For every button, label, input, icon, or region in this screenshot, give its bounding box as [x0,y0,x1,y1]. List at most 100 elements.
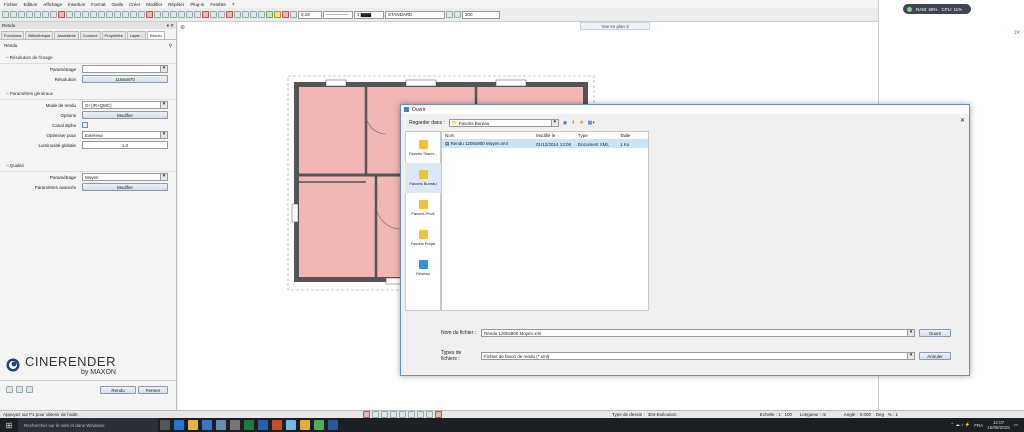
zoom-icon[interactable] [106,11,113,18]
hatch-icon[interactable] [162,11,169,18]
group-qualite-header[interactable]: – Qualité [0,160,176,172]
status-tool-6-icon[interactable] [408,411,415,418]
place-item[interactable]: Favoris Privé [405,193,441,223]
polyline-icon[interactable] [218,11,225,18]
tab-proprietes[interactable]: Propriétés [101,31,126,39]
windows-start-icon[interactable]: ⊞ [0,421,18,430]
view-menu-icon[interactable]: ▦▾ [588,120,595,126]
render-icon[interactable] [266,11,273,18]
panel-close-icon[interactable]: ▾ ✕ [167,23,174,29]
word-icon[interactable] [258,420,268,430]
move-icon[interactable] [242,11,249,18]
fermer-button[interactable]: Fermer [138,386,168,394]
edge-icon[interactable] [174,420,184,430]
tab-rendu[interactable]: Rendu [146,31,165,39]
properties-icon[interactable] [82,11,89,18]
qualite-select[interactable]: Moyen [82,173,168,181]
measure-icon[interactable] [202,11,209,18]
tray-icons[interactable]: ⌃ ☁ ♪ ⚡ [950,422,970,428]
menu-plugin[interactable]: Plug-in [190,2,204,7]
allplan-icon[interactable] [216,420,226,430]
group-resolution-header[interactable]: – Résolution de l'image [0,52,176,64]
tab-bibliotheque[interactable]: Bibliothèque [25,31,54,39]
tab-layer[interactable]: Layer... [126,31,146,39]
chrome-icon[interactable] [314,420,324,430]
paste-icon[interactable] [74,11,81,18]
filetype-select[interactable]: Fichier de favori de rendu (*.xml) [481,352,915,360]
status-tool-1-icon[interactable] [363,411,370,418]
view-plan-icon[interactable] [90,11,97,18]
tab-connect[interactable]: Connect [79,31,101,39]
menu-edition[interactable]: Edition [24,2,38,7]
avances-button[interactable]: Modifier [82,183,168,191]
layer-icon[interactable] [130,11,137,18]
resolution-button[interactable]: 1166x870 [82,75,168,83]
new-file-icon[interactable] [2,11,9,18]
options-button[interactable]: Modifier [82,111,168,119]
scale-select[interactable]: 300 [462,10,500,19]
menu-insertion[interactable]: Insertion [68,2,85,7]
line-type-select[interactable]: ————— [323,10,353,19]
store-icon[interactable] [202,420,212,430]
mode-select[interactable]: GI (IR+QMC) [82,101,168,109]
tab-fonctions[interactable]: Fonctions [1,31,25,39]
view-3d-icon[interactable] [98,11,105,18]
pen-icon[interactable] [290,11,297,18]
plot-icon[interactable] [34,11,41,18]
place-item[interactable]: Favoris Bureau [405,163,441,193]
optimiser-select[interactable]: Extérieur [82,131,168,139]
line-icon[interactable] [210,11,217,18]
open-file-icon[interactable] [10,11,17,18]
grid-icon[interactable] [138,11,145,18]
group-general-header[interactable]: – Paramètres généraux [0,88,176,100]
zoom-window-icon[interactable] [114,11,121,18]
menu-repeter[interactable]: Répéter [168,2,184,7]
place-item[interactable]: Favoris Stand... [405,133,441,163]
undo-icon[interactable] [42,11,49,18]
col-name[interactable]: Nom [442,133,536,138]
wall-icon[interactable] [170,11,177,18]
redo-icon[interactable] [50,11,57,18]
status-tool-4-icon[interactable] [390,411,397,418]
language-indicator[interactable]: FRA [974,423,983,428]
drawing-type-value[interactable]: 304-Exécution [648,412,760,417]
clock[interactable]: 12:07 15/09/2015 [987,420,1010,430]
status-tool-8-icon[interactable] [426,411,433,418]
parametrage-select[interactable] [82,65,168,73]
pen-thickness-select[interactable]: 0.18 [298,10,322,19]
canvas-add-icon[interactable]: ⊕ [180,24,185,31]
style-select[interactable]: STANDARD [385,10,445,19]
layer-select[interactable]: 1 ▆▆▆ [354,10,384,19]
menu-affichage[interactable]: Affichage [43,2,62,7]
library-icon[interactable] [274,11,281,18]
menu-outils[interactable]: Outils [112,2,124,7]
active-app-icon[interactable] [286,420,296,430]
file-row[interactable]: ▤ Rendu 1200x800 Moyen.xml 01/12/2014 13… [442,140,648,148]
print-icon[interactable] [26,11,33,18]
search-icon[interactable]: ⚲ [169,43,172,49]
menu-creer[interactable]: Créer [129,2,140,7]
stair-icon[interactable] [194,11,201,18]
tab-assistants[interactable]: Assistants [54,31,79,39]
files-icon[interactable] [300,420,310,430]
status-close-icon[interactable] [435,411,442,418]
task-view-icon[interactable] [160,420,170,430]
light-icon[interactable] [26,386,33,393]
mail-icon[interactable] [328,420,338,430]
camera-icon[interactable] [16,386,23,393]
cut-icon[interactable] [58,11,65,18]
col-date[interactable]: Modifié le [536,133,578,138]
door-icon[interactable] [178,11,185,18]
status-tool-5-icon[interactable] [399,411,406,418]
copy-icon[interactable] [66,11,73,18]
color-icon[interactable] [282,11,289,18]
pointer-icon[interactable] [454,11,461,18]
menu-help[interactable]: ? [232,2,235,7]
up-folder-icon[interactable]: ⬆ [571,120,575,126]
length-status[interactable]: Longueur : m [800,412,844,417]
rotate-icon[interactable] [250,11,257,18]
col-type[interactable]: Type [578,133,620,138]
open-button[interactable]: Ouvrir [919,329,951,337]
taskbar-search[interactable]: Rechercher sur le web et dans Windows [18,418,158,432]
text-icon[interactable] [154,11,161,18]
